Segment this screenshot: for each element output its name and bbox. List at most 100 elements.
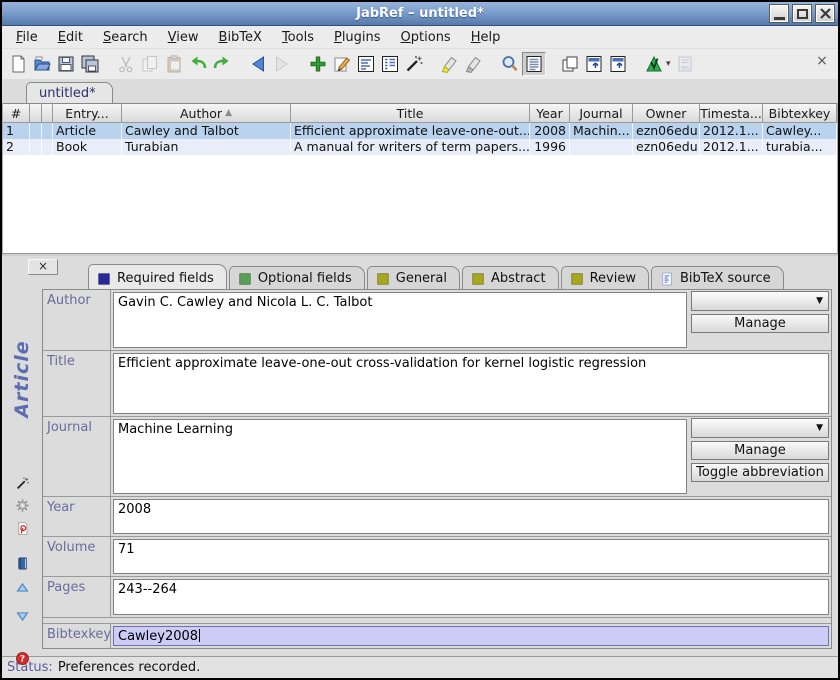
editor-tab-optional-fields[interactable]: Optional fields <box>229 266 365 289</box>
jabref-window: JabRef – untitled* FileEditSearchViewBib… <box>0 0 840 680</box>
manage-button[interactable]: Manage <box>691 441 829 460</box>
field-input-pages[interactable]: 243--264 <box>113 579 829 615</box>
wand-button[interactable] <box>15 476 30 491</box>
open-file-icon <box>584 54 604 74</box>
name-dropdown[interactable]: ▼ <box>691 418 829 438</box>
manage-button[interactable]: Manage <box>691 314 829 333</box>
bibtex-doc-icon <box>660 272 674 286</box>
save-database-button[interactable] <box>54 52 78 76</box>
pdf-button[interactable] <box>15 521 30 536</box>
dropdown-caret-icon[interactable]: ▾ <box>666 59 671 69</box>
table-header: # Entry...Author▲TitleYear Journal OwnerTim… <box>3 104 837 123</box>
save-all-button[interactable] <box>78 52 102 76</box>
column-header-timesta[interactable]: Timesta... <box>700 104 763 123</box>
column-header-year[interactable]: Year <box>530 104 570 123</box>
toolbar-close-button[interactable]: × <box>814 53 830 69</box>
column-header-title[interactable]: Title <box>291 104 530 123</box>
move-down-button[interactable] <box>15 608 30 623</box>
pdf-icon <box>15 521 30 536</box>
forward-button[interactable] <box>270 52 294 76</box>
entry-editor: × Required fieldsOptional fieldsGeneralA… <box>2 256 838 656</box>
field-input-title[interactable]: Efficient approximate leave-one-out cros… <box>113 353 829 414</box>
field-input-year[interactable]: 2008 <box>113 499 829 534</box>
menu-options[interactable]: Options <box>395 28 457 47</box>
entry-type-label: Article <box>7 304 37 454</box>
editor-tab-required-fields[interactable]: Required fields <box>88 264 227 289</box>
field-input-volume[interactable]: 71 <box>113 539 829 574</box>
paste-button[interactable] <box>162 52 186 76</box>
menu-file[interactable]: File <box>10 28 44 47</box>
new-database-button[interactable] <box>6 52 30 76</box>
open-url-button[interactable] <box>606 52 630 76</box>
maximize-button[interactable] <box>792 4 812 23</box>
help-button[interactable]: ? <box>15 651 30 666</box>
print-preview-button[interactable] <box>673 52 697 76</box>
plugin-wand-icon <box>404 54 424 74</box>
table-cell: 2 <box>3 139 30 155</box>
column-header-#[interactable]: # <box>3 104 30 123</box>
table-cell: 2012.1... <box>700 123 763 139</box>
column-header-blank[interactable] <box>30 104 42 123</box>
editor-tab-general[interactable]: General <box>367 266 460 289</box>
name-dropdown[interactable]: ▼ <box>691 291 829 311</box>
column-header-author[interactable]: Author▲ <box>122 104 291 123</box>
unmark-entries-button[interactable] <box>462 52 486 76</box>
menu-plugins[interactable]: Plugins <box>328 28 387 47</box>
field-input-bibtexkey[interactable]: Cawley2008 <box>113 626 829 646</box>
menu-tools[interactable]: Tools <box>276 28 320 47</box>
column-label: Journal <box>579 106 622 121</box>
entry-editor-close-button[interactable]: × <box>28 259 58 275</box>
editor-tab-bibtex-source[interactable]: BibTeX source <box>651 266 784 289</box>
table-row[interactable]: 1ArticleCawley and TalbotEfficient appro… <box>3 123 837 139</box>
menu-bibtex[interactable]: BibTeX <box>213 28 268 47</box>
redo-button[interactable] <box>210 52 234 76</box>
edit-preamble-button[interactable] <box>378 52 402 76</box>
field-row-title: TitleEfficient approximate leave-one-out… <box>43 351 831 417</box>
status-message: Preferences recorded. <box>58 660 201 675</box>
column-header-owner[interactable]: Owner <box>633 104 700 123</box>
undo-button[interactable] <box>186 52 210 76</box>
minimize-button[interactable] <box>769 4 789 23</box>
open-database-button[interactable] <box>30 52 54 76</box>
editor-tab-abstract[interactable]: Abstract <box>462 266 559 289</box>
mark-entries-button[interactable] <box>438 52 462 76</box>
menu-edit[interactable]: Edit <box>52 28 89 47</box>
new-entry-button[interactable] <box>306 52 330 76</box>
column-label: Timesta... <box>700 106 762 121</box>
back-button[interactable] <box>246 52 270 76</box>
edit-entry-button[interactable] <box>330 52 354 76</box>
field-row-bibtexkey: BibtexkeyCawley2008 <box>43 623 831 649</box>
close-button[interactable] <box>815 4 835 23</box>
push-to-application-button[interactable] <box>642 52 666 76</box>
menu-view[interactable]: View <box>162 28 205 47</box>
plugin-wand-button[interactable] <box>402 52 426 76</box>
table-cell: 1 <box>3 123 30 139</box>
cut-button[interactable] <box>114 52 138 76</box>
table-cell: Turabian <box>122 139 291 155</box>
search-icon <box>500 54 520 74</box>
open-file-button[interactable] <box>582 52 606 76</box>
column-header-bibtexkey[interactable]: Bibtexkey <box>763 104 837 123</box>
move-up-button[interactable] <box>15 581 30 596</box>
book-button[interactable] <box>15 556 30 571</box>
editor-tab-review[interactable]: Review <box>561 266 649 289</box>
menu-help[interactable]: Help <box>465 28 507 47</box>
toggle-preview-button[interactable] <box>522 52 546 76</box>
edit-strings-button[interactable] <box>354 52 378 76</box>
table-cell: Machin... <box>570 123 633 139</box>
copy-button[interactable] <box>138 52 162 76</box>
status-bar: Status: Preferences recorded. <box>2 656 838 678</box>
gear-button[interactable] <box>15 498 30 513</box>
column-header-journal[interactable]: Journal <box>570 104 633 123</box>
entry-table: # Entry...Author▲TitleYear Journal OwnerTim… <box>2 103 838 253</box>
duplicate-entry-button[interactable] <box>558 52 582 76</box>
menu-search[interactable]: Search <box>97 28 154 47</box>
toggle-abbreviation-button[interactable]: Toggle abbreviation <box>691 463 829 482</box>
column-header-blank[interactable] <box>42 104 53 123</box>
table-row[interactable]: 2BookTurabianA manual for writers of ter… <box>3 139 837 155</box>
field-input-journal[interactable]: Machine Learning <box>113 419 687 494</box>
search-button[interactable] <box>498 52 522 76</box>
field-input-author[interactable]: Gavin C. Cawley and Nicola L. C. Talbot <box>113 292 687 348</box>
column-header-entry[interactable]: Entry... <box>53 104 122 123</box>
database-tab-untitled[interactable]: untitled* <box>26 82 113 103</box>
